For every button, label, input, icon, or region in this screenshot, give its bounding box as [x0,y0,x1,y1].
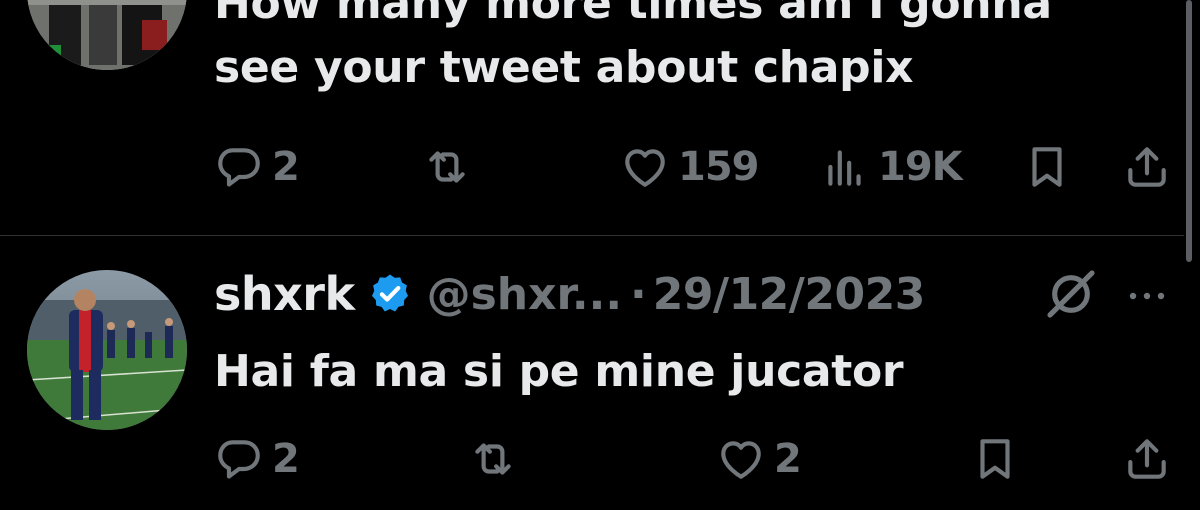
reply-button[interactable]: 2 [214,142,300,192]
bookmark-icon [1032,147,1062,187]
tweet-text-line: How many more times am I gonna [214,0,1052,29]
views-count: 19K [878,144,963,190]
reply-count: 2 [272,144,300,190]
bookmark-icon [980,439,1010,479]
repost-icon [475,443,511,475]
display-name[interactable]: shxrk [214,267,355,321]
tweet-text: How many more times am I gonna see your … [214,0,1052,100]
separator-dot: · [630,268,647,320]
user-handle[interactable]: @shxr... [427,269,622,320]
reply-button[interactable]: 2 [214,434,300,484]
share-button[interactable] [1122,434,1172,484]
avatar[interactable] [27,270,187,430]
avatar-photo [27,0,187,70]
timeline: How many more times am I gonna see your … [0,0,1200,510]
like-button[interactable]: 2 [716,434,802,484]
views-button[interactable]: 19K [820,142,963,192]
tweet-date[interactable]: 29/12/2023 [653,269,926,320]
views-icon [828,150,861,186]
verified-badge-icon [371,274,408,312]
reply-count: 2 [272,436,300,482]
like-icon [625,149,665,187]
like-count: 159 [678,144,759,190]
tweet-header: shxrk @shxr... · 29/12/2023 [214,264,925,324]
repost-button[interactable] [422,142,480,192]
like-icon [721,441,761,479]
reply-icon [218,440,260,479]
grok-icon[interactable] [1043,266,1099,322]
tweet-item[interactable]: shxrk @shxr... · 29/12/2023 Hai fa ma si… [0,236,1200,510]
tweet-text-line: see your tweet about chapix [214,42,914,93]
share-icon [1128,147,1166,187]
like-count: 2 [774,436,802,482]
repost-button[interactable] [468,434,526,484]
reply-icon [218,148,260,187]
bookmark-button[interactable] [1022,142,1072,192]
share-button[interactable] [1122,142,1172,192]
more-icon[interactable] [1125,288,1169,304]
avatar[interactable] [27,0,187,70]
avatar-photo [27,270,187,430]
bookmark-button[interactable] [970,434,1020,484]
tweet-text: Hai fa ma si pe mine jucator [214,346,904,397]
scrollbar[interactable] [1186,0,1192,262]
share-icon [1128,439,1166,479]
repost-icon [429,151,465,183]
tweet-item[interactable]: How many more times am I gonna see your … [0,0,1200,236]
like-button[interactable]: 159 [620,142,759,192]
